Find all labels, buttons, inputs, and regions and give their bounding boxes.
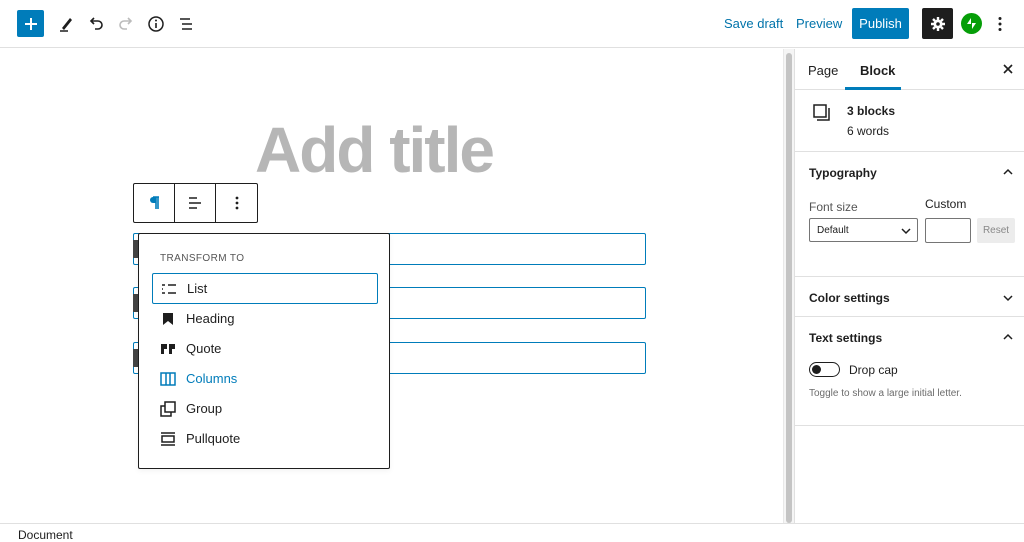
custom-size-label: Custom [925,197,967,211]
transform-item-pullquote[interactable]: Pullquote [152,423,378,454]
outline-button[interactable] [172,10,200,38]
align-button[interactable] [175,184,216,222]
drop-cap-toggle[interactable] [809,362,840,377]
gear-icon [930,16,945,31]
drop-cap-label: Drop cap [849,363,898,377]
font-size-select[interactable]: Default [809,218,918,242]
tools-button[interactable] [52,10,80,38]
quote-icon [160,341,176,357]
preview-button[interactable]: Preview [796,16,842,31]
transform-menu: TRANSFORM TO List Heading Quote Columns … [138,233,390,469]
pencil-icon [60,18,72,32]
more-options-button[interactable] [990,12,1010,36]
transform-heading: TRANSFORM TO [160,253,245,264]
close-sidebar-button[interactable] [1000,61,1016,77]
chevron-down-icon[interactable] [1002,292,1014,304]
columns-icon [160,371,176,387]
typography-panel-toggle[interactable]: Typography [809,166,877,180]
undo-icon [89,17,103,30]
chevron-up-icon[interactable] [1002,166,1014,178]
paragraph-icon [150,196,159,209]
info-icon [148,16,164,32]
bookmark-icon [160,311,176,327]
redo-icon [119,17,133,30]
chevron-down-icon [901,228,911,235]
transform-item-label: List [187,281,208,296]
transform-item-quote[interactable]: Quote [152,333,378,364]
words-count: 6 words [847,124,890,138]
block-options-button[interactable] [216,184,257,222]
jetpack-icon [967,18,976,29]
font-size-value: Default [817,224,849,236]
redo-button[interactable] [112,10,140,38]
block-toolbar [133,183,258,223]
pullquote-icon [160,431,176,447]
panel-divider [795,316,1024,317]
block-type-button[interactable] [134,184,175,222]
toggle-knob [812,365,821,374]
top-toolbar: Save draft Preview Publish [0,0,1024,48]
block-card: 3 blocks 6 words [795,90,1024,152]
save-draft-button[interactable]: Save draft [724,16,783,31]
transform-item-label: Group [186,401,223,416]
add-block-button[interactable] [17,10,44,37]
more-vertical-icon [998,17,1002,31]
transform-item-label: Pullquote [186,431,241,446]
transform-item-columns[interactable]: Columns [152,363,378,394]
tab-block[interactable]: Block [860,63,895,78]
text-settings-toggle[interactable]: Text settings [809,331,882,345]
details-button[interactable] [142,10,170,38]
post-title-input[interactable]: Add title [255,112,495,188]
scrollbar-thumb[interactable] [786,53,792,523]
color-settings-toggle[interactable]: Color settings [809,291,890,305]
transform-item-group[interactable]: Group [152,393,378,424]
reset-button[interactable]: Reset [977,218,1015,243]
editor-scrollbar[interactable] [783,49,794,523]
settings-sidebar: Page Block 3 blocks 6 words Typography F… [794,49,1024,523]
plus-icon [24,17,37,30]
close-icon [1003,64,1013,74]
transform-item-label: Quote [186,341,222,356]
transform-item-list[interactable]: List [152,273,378,304]
drop-cap-help: Toggle to show a large initial letter. [809,388,962,399]
sidebar-tabs: Page Block [795,49,1024,90]
transform-item-label: Heading [186,311,235,326]
custom-font-size-input[interactable] [925,218,971,243]
panel-divider [795,276,1024,277]
more-vertical-icon [235,196,238,210]
footer-bar: Document [0,523,1024,542]
undo-button[interactable] [82,10,110,38]
list-view-icon [180,18,192,30]
transform-item-label: Columns [186,371,238,386]
blocks-count: 3 blocks [847,104,896,118]
jetpack-button[interactable] [961,13,982,34]
group-icon [160,400,176,417]
tab-page[interactable]: Page [808,63,838,78]
align-left-icon [189,197,201,209]
blocks-icon [813,104,830,121]
panel-divider [795,425,1024,426]
publish-button[interactable]: Publish [852,8,909,39]
breadcrumb-document[interactable]: Document [18,528,73,542]
chevron-up-icon[interactable] [1002,331,1014,343]
transform-item-heading[interactable]: Heading [152,303,378,334]
font-size-label: Font size [809,200,858,214]
list-icon [161,281,177,297]
settings-button[interactable] [922,8,953,39]
